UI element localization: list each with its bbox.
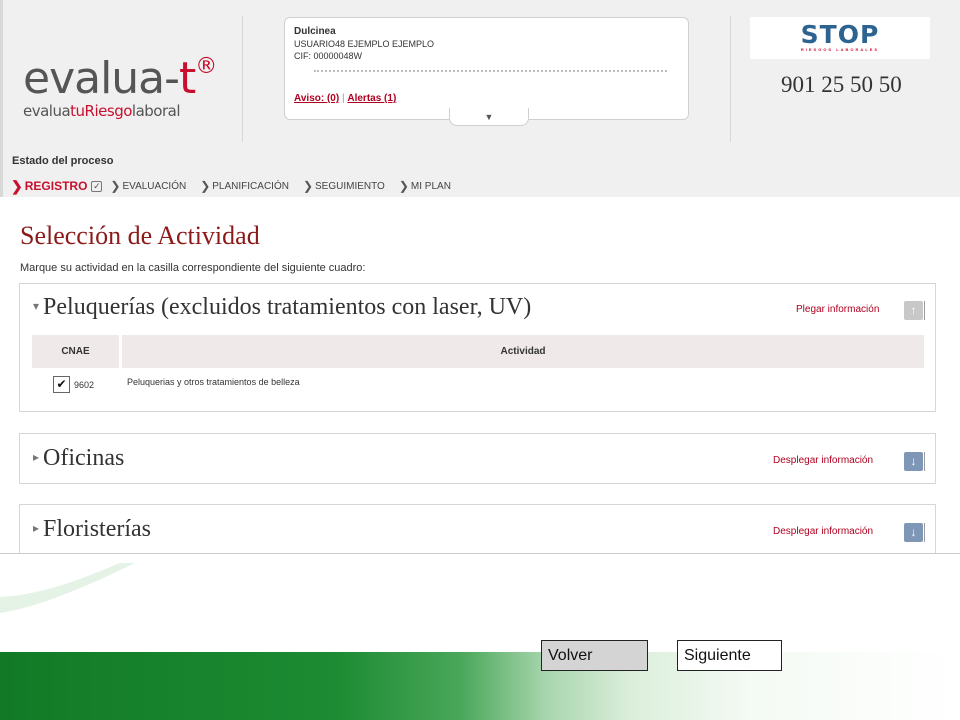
next-button[interactable]: Siguiente — [677, 640, 782, 671]
chevron-right-icon: ❯ — [200, 179, 211, 193]
step-planificacion[interactable]: ❯ PLANIFICACIÓN — [200, 179, 289, 193]
step-label: MI PLAN — [410, 180, 451, 192]
panel-title[interactable]: ▾ Peluquerías (excluidos tratamientos con… — [33, 294, 531, 321]
process-title: Estado del proceso — [12, 155, 114, 167]
stop-logo-sub: RIESGOS LABORALES — [800, 47, 880, 52]
stop-logo-word: STOP — [800, 20, 880, 49]
table-header-row: CNAE Actividad — [32, 335, 924, 368]
expand-info-link[interactable]: Desplegar información — [773, 455, 873, 466]
arrow-down-icon: ↓ — [910, 525, 917, 539]
chevron-down-icon: ▼ — [484, 112, 494, 122]
panel-title-text: Peluquerías (excluidos tratamientos con … — [43, 294, 532, 320]
caret-down-icon: ▾ — [33, 299, 40, 313]
step-seguimiento[interactable]: ❯ SEGUIMIENTO — [303, 179, 385, 193]
evaluat-logo[interactable]: evalua-t® evaluatuRiesgolaboral — [23, 42, 217, 121]
alertas-link[interactable]: Alertas (1) — [347, 93, 396, 104]
chevron-right-icon: ❯ — [302, 179, 314, 193]
step-label: EVALUACIÓN — [122, 180, 187, 192]
activity-panel-oficinas: ▸ Oficinas Desplegar información ↓ — [19, 433, 936, 484]
panel-title-text: Oficinas — [43, 445, 125, 471]
step-label: SEGUIMIENTO — [315, 180, 385, 192]
step-evaluacion[interactable]: ❯ EVALUACIÓN — [110, 179, 186, 193]
expand-info-link[interactable]: Desplegar información — [773, 526, 873, 537]
page-title: Selección de Actividad — [20, 221, 260, 250]
panel-title[interactable]: ▸ Floristerías — [33, 516, 151, 543]
button-divider — [924, 452, 925, 471]
activity-checkbox[interactable]: ✔ — [53, 376, 70, 393]
user-cif: CIF: 00000048W — [294, 51, 363, 61]
footer-gradient-bar — [0, 652, 960, 720]
logo-tagline: evaluatuRiesgolaboral — [23, 102, 181, 120]
activity-panel-peluquerias: ▾ Peluquerías (excluidos tratamientos con… — [19, 283, 936, 412]
check-icon: ✔ — [56, 377, 67, 391]
arrow-up-icon: ↑ — [910, 303, 917, 317]
green-swoosh-decoration — [0, 563, 135, 613]
checkbox-checked-icon: ✓ — [91, 180, 103, 192]
expand-user-box-button[interactable]: ▼ — [449, 108, 529, 126]
links-separator: | — [341, 93, 345, 104]
column-header-cnae: CNAE — [32, 335, 122, 368]
arrow-down-icon: ↓ — [910, 454, 917, 468]
expand-button[interactable]: ↓ — [904, 523, 923, 542]
expand-button[interactable]: ↓ — [904, 452, 923, 471]
instructions-text: Marque su actividad en la casilla corres… — [20, 262, 366, 274]
activity-description: Peluquerias y otros tratamientos de bell… — [127, 377, 300, 387]
app-header: evalua-t® evaluatuRiesgolaboral Dulcinea… — [0, 0, 960, 197]
back-button[interactable]: Volver — [541, 640, 648, 671]
aviso-link[interactable]: Aviso: (0) — [294, 93, 339, 104]
step-label: REGISTRO — [24, 179, 88, 193]
dotted-divider — [314, 70, 667, 72]
cnae-cell: ✔ 9602 — [32, 368, 122, 393]
step-registro[interactable]: ❯ REGISTRO ✓ — [11, 177, 103, 195]
user-name: Dulcinea — [294, 26, 336, 37]
column-header-actividad: Actividad — [122, 335, 924, 368]
activity-table: CNAE Actividad ✔ 9602 Peluquerias y otros… — [32, 335, 924, 393]
header-divider — [730, 16, 731, 142]
panel-title-text: Floristerías — [43, 516, 152, 542]
activity-panel-floristerias: ▸ Floristerías Desplegar información ↓ — [19, 504, 936, 553]
button-divider — [924, 523, 925, 542]
caret-right-icon: ▸ — [33, 450, 40, 464]
cnae-code: 9602 — [74, 379, 95, 390]
chevron-right-icon: ❯ — [110, 179, 121, 193]
step-label: PLANIFICACIÓN — [212, 180, 289, 192]
logo-wordmark: evalua-t® — [23, 53, 217, 104]
chevron-right-icon: ❯ — [11, 177, 23, 194]
process-steps: ❯ REGISTRO ✓ ❯ EVALUACIÓN ❯ PLANIFICACIÓ… — [11, 177, 465, 195]
stop-riesgos-logo: STOP RIESGOS LABORALES — [750, 17, 930, 59]
chevron-right-icon: ❯ — [398, 179, 409, 193]
user-fullname: USUARIO48 EJEMPLO EJEMPLO — [294, 39, 435, 49]
panel-title[interactable]: ▸ Oficinas — [33, 445, 124, 472]
table-row: ✔ 9602 Peluquerias y otros tratamientos d… — [32, 368, 924, 393]
collapse-info-link[interactable]: Plegar información — [796, 304, 879, 315]
button-divider — [924, 301, 925, 320]
user-notifications: Aviso: (0) | Alertas (1) — [294, 93, 396, 104]
main-content: Selección de Actividad Marque su activid… — [0, 197, 960, 554]
collapse-button[interactable]: ↑ — [904, 301, 923, 320]
phone-number: 901 25 50 50 — [781, 72, 902, 97]
header-divider — [242, 16, 243, 142]
caret-right-icon: ▸ — [33, 521, 40, 535]
user-info-box: Dulcinea USUARIO48 EJEMPLO EJEMPLO CIF: … — [284, 17, 689, 120]
step-mi-plan[interactable]: ❯ MI PLAN — [399, 179, 451, 193]
